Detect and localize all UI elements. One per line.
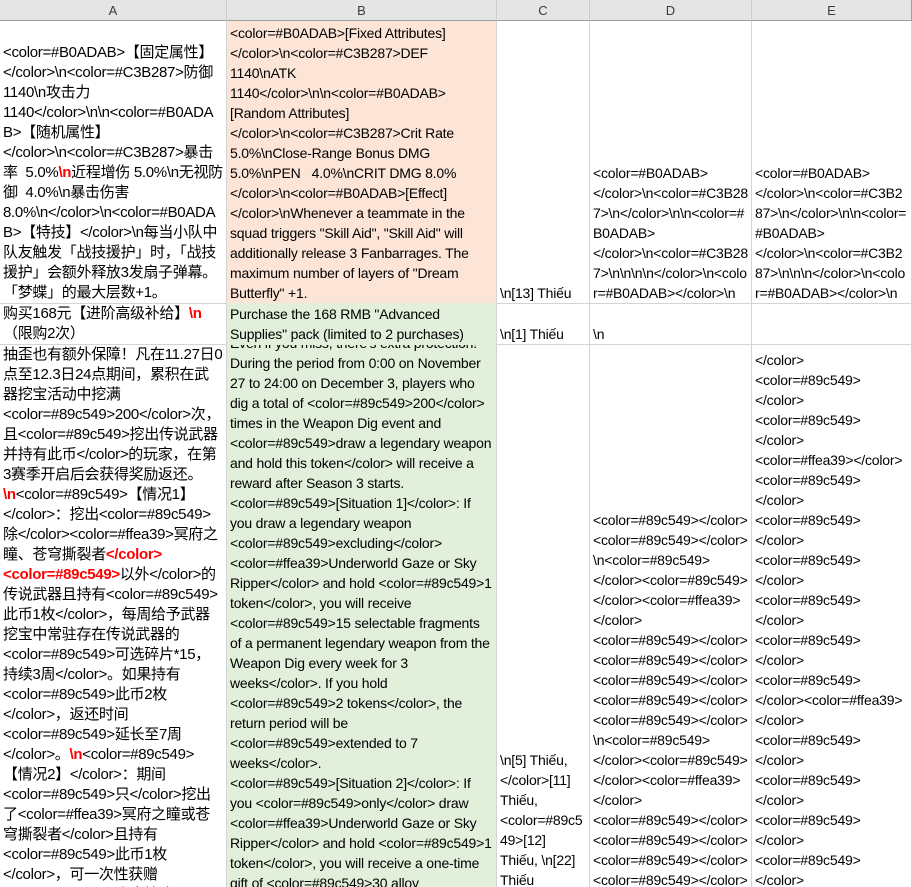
- cell-B2-text: Purchase the 168 RMB "Advanced Supplies"…: [230, 304, 493, 344]
- cell-C3[interactable]: \n[5] Thiếu, </color>[11] Thiếu, <color=…: [497, 345, 590, 887]
- cell-B1[interactable]: <color=#B0ADAB>[Fixed Attributes]</color…: [227, 21, 497, 304]
- cell-D1-text: <color=#B0ADAB></color>\n<color=#C3B287>…: [593, 163, 748, 303]
- cell-E3-text: <color=#89c549></color> <color=#89c549><…: [755, 345, 908, 887]
- cell-E2[interactable]: [752, 304, 912, 345]
- column-header-row: A B C D E: [0, 0, 912, 21]
- column-header-e[interactable]: E: [752, 0, 912, 21]
- cell-D1[interactable]: <color=#B0ADAB></color>\n<color=#C3B287>…: [590, 21, 752, 304]
- cell-A1-text: <color=#B0ADAB>【固定属性】</color>\n<color=#C…: [3, 43, 223, 303]
- spreadsheet-row-2: 购买168元【进阶高级补给】\n （限购2次） Purchase the 168…: [0, 304, 912, 345]
- spreadsheet-grid: A B C D E <color=#B0ADAB>【固定属性】</color>\…: [0, 0, 912, 887]
- cell-D3-text: <color=#89c549></color> <color=#89c549><…: [593, 510, 748, 887]
- cell-C2-text: \n[1] Thiếu: [500, 324, 586, 344]
- cell-C2[interactable]: \n[1] Thiếu: [497, 304, 590, 345]
- cell-E1-text: <color=#B0ADAB></color>\n<color=#C3B287>…: [755, 163, 908, 303]
- column-header-b[interactable]: B: [227, 0, 497, 21]
- column-header-d[interactable]: D: [590, 0, 752, 21]
- cell-B2[interactable]: Purchase the 168 RMB "Advanced Supplies"…: [227, 304, 497, 345]
- cell-E1[interactable]: <color=#B0ADAB></color>\n<color=#C3B287>…: [752, 21, 912, 304]
- spreadsheet-row-3: 抽歪也有额外保障！凡在11.27日0点至12.3日24点期间，累积在武器挖宝活动…: [0, 345, 912, 887]
- cell-C1-text: \n[13] Thiếu: [500, 283, 586, 303]
- cell-B3[interactable]: Even if you miss, there's extra protecti…: [227, 345, 497, 887]
- cell-A2[interactable]: 购买168元【进阶高级补给】\n （限购2次）: [0, 304, 227, 345]
- cell-A2-text: 购买168元【进阶高级补给】\n （限购2次）: [3, 304, 223, 344]
- cell-D2[interactable]: \n: [590, 304, 752, 345]
- cell-B1-text: <color=#B0ADAB>[Fixed Attributes]</color…: [230, 23, 493, 303]
- cell-A1[interactable]: <color=#B0ADAB>【固定属性】</color>\n<color=#C…: [0, 21, 227, 304]
- cell-D3[interactable]: <color=#89c549></color> <color=#89c549><…: [590, 345, 752, 887]
- cell-A3[interactable]: 抽歪也有额外保障！凡在11.27日0点至12.3日24点期间，累积在武器挖宝活动…: [0, 345, 227, 887]
- cell-D2-text: \n: [593, 324, 748, 344]
- cell-E3[interactable]: <color=#89c549></color> <color=#89c549><…: [752, 345, 912, 887]
- column-header-c[interactable]: C: [497, 0, 590, 21]
- cell-B3-text: Even if you miss, there's extra protecti…: [230, 345, 493, 887]
- cell-C1[interactable]: \n[13] Thiếu: [497, 21, 590, 304]
- cell-A3-text: 抽歪也有额外保障！凡在11.27日0点至12.3日24点期间，累积在武器挖宝活动…: [3, 345, 223, 887]
- spreadsheet-row-1: <color=#B0ADAB>【固定属性】</color>\n<color=#C…: [0, 21, 912, 304]
- column-header-a[interactable]: A: [0, 0, 227, 21]
- cell-C3-text: \n[5] Thiếu, </color>[11] Thiếu, <color=…: [500, 750, 586, 887]
